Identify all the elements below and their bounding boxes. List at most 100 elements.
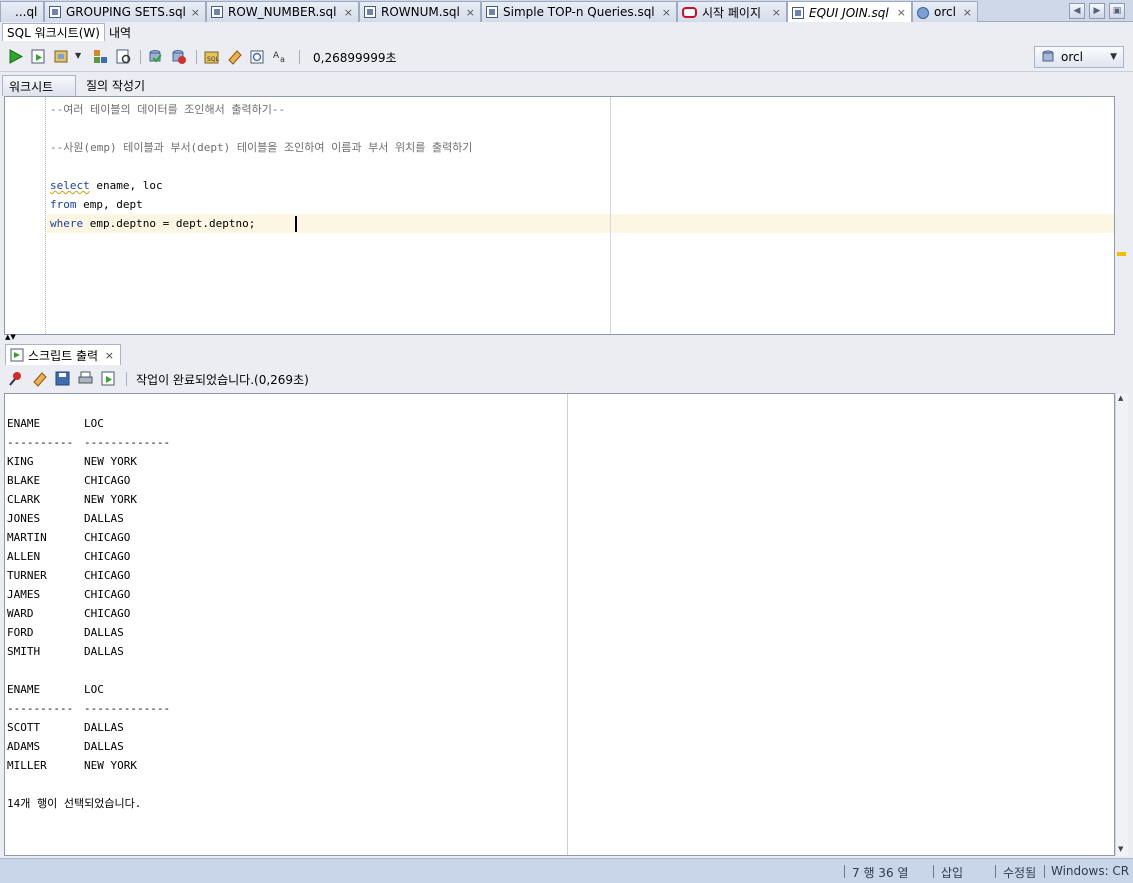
- result-header: ENAME LOC: [7, 414, 170, 433]
- close-icon[interactable]: ×: [191, 6, 200, 19]
- close-icon[interactable]: ×: [105, 349, 114, 362]
- right-margin-guide: [610, 97, 611, 334]
- cell-loc: DALLAS: [84, 721, 124, 734]
- pin-icon[interactable]: [8, 370, 25, 387]
- tab-orcl[interactable]: orcl ×: [912, 1, 978, 22]
- cell-loc: DALLAS: [84, 740, 124, 753]
- cell-loc: CHICAGO: [84, 531, 131, 544]
- scroll-up-icon[interactable]: ▲: [1118, 394, 1123, 402]
- close-icon[interactable]: ×: [897, 6, 906, 19]
- run-script-icon[interactable]: [100, 370, 117, 387]
- close-icon[interactable]: ×: [466, 6, 475, 19]
- editor-overview-ruler[interactable]: [1116, 96, 1128, 335]
- tab-grouping-sets[interactable]: GROUPING SETS.sql ×: [44, 1, 206, 22]
- code-text: emp.deptno = dept.deptno;: [83, 217, 256, 230]
- cell-loc: NEW YORK: [84, 759, 137, 772]
- code-line-3: --사원(emp) 테이블과 부서(dept) 테이블을 조인하여 이름과 부서…: [50, 141, 473, 154]
- tab-start-page[interactable]: 시작 페이지 ×: [677, 1, 787, 22]
- commit-icon[interactable]: [53, 48, 70, 65]
- sql-file-icon: [364, 6, 376, 18]
- status-separator: [933, 865, 934, 878]
- code-line-5: select ename, loc: [50, 176, 163, 195]
- close-icon[interactable]: ×: [963, 6, 972, 19]
- run-script-icon[interactable]: [30, 48, 47, 65]
- chevron-down-icon: ▼: [1110, 52, 1117, 62]
- database-icon: [1042, 50, 1054, 62]
- result-row: ADAMS DALLAS: [7, 737, 170, 756]
- output-status: 작업이 완료되었습니다.(0,269초): [136, 373, 309, 387]
- dropdown-arrow-icon[interactable]: ▼: [75, 51, 81, 60]
- sql-history-icon[interactable]: [249, 48, 266, 65]
- scroll-down-icon[interactable]: ▼: [1118, 845, 1123, 853]
- cell-loc: DALLAS: [84, 645, 124, 658]
- output-scrollbar[interactable]: ▲ ▼: [1115, 393, 1128, 856]
- result-row: CLARK NEW YORK: [7, 490, 170, 509]
- worksheet-subtabs: SQL 워크시트(W) 내역: [0, 22, 1133, 42]
- explain-plan-icon[interactable]: [92, 48, 109, 65]
- cell-ename: TURNER: [7, 569, 47, 582]
- result-row: BLAKE CHICAGO: [7, 471, 170, 490]
- code-line-6: from emp, dept: [50, 195, 143, 214]
- tab-truncated-sql[interactable]: ...ql: [0, 1, 44, 22]
- tab-equi-join[interactable]: EQUI JOIN.sql ×: [787, 1, 912, 23]
- tab-row-number[interactable]: ROW_NUMBER.sql ×: [206, 1, 359, 22]
- tab-worksheet[interactable]: 워크시트: [2, 75, 76, 96]
- cell-loc: NEW YORK: [84, 493, 137, 506]
- print-icon[interactable]: [77, 370, 94, 387]
- tab-label: GROUPING SETS.sql: [66, 5, 186, 19]
- clear-eraser-icon[interactable]: [226, 48, 243, 65]
- tab-label: orcl: [934, 5, 956, 19]
- output-margin-guide: [567, 394, 568, 855]
- tab-list-button[interactable]: ▣: [1109, 3, 1125, 19]
- tab-simple-top-n[interactable]: Simple TOP-n Queries.sql ×: [481, 1, 677, 22]
- save-icon[interactable]: [54, 370, 71, 387]
- result-header: ENAME LOC: [7, 680, 170, 699]
- script-output-icon: [10, 348, 24, 362]
- cell-ename: BLAKE: [7, 474, 41, 487]
- cell-ename: MARTIN: [7, 531, 47, 544]
- connection-selector[interactable]: orcl ▼: [1034, 46, 1124, 68]
- current-line-marker[interactable]: [1117, 252, 1126, 256]
- keyword: from: [50, 198, 77, 211]
- scroll-tabs-left-button[interactable]: ◀: [1069, 3, 1085, 19]
- result-row: MILLER NEW YORK: [7, 756, 170, 775]
- splitter-arrows-icon[interactable]: ▲▼: [5, 334, 16, 341]
- sql-editor[interactable]: --여러 테이블의 데이터를 조인해서 출력하기-- --사원(emp) 테이블…: [4, 96, 1115, 335]
- tab-label: ...ql: [15, 5, 38, 19]
- tab-history[interactable]: 내역: [105, 23, 135, 41]
- clear-eraser-icon[interactable]: [31, 370, 48, 387]
- close-icon[interactable]: ×: [662, 6, 671, 19]
- result-row: JONES DALLAS: [7, 509, 170, 528]
- cell-ename: FORD: [7, 626, 34, 639]
- header-ename: ENAME: [7, 417, 41, 430]
- autotrace-icon[interactable]: [115, 48, 132, 65]
- tab-label: ROW_NUMBER.sql: [228, 5, 337, 19]
- sql-tuning-icon[interactable]: SQL: [203, 48, 220, 65]
- tab-sql-worksheet[interactable]: SQL 워크시트(W): [2, 23, 105, 41]
- code-line-7: where emp.deptno = dept.deptno;: [50, 214, 255, 233]
- close-icon[interactable]: ×: [344, 6, 353, 19]
- run-statement-icon[interactable]: [7, 48, 24, 65]
- format-case-icon[interactable]: Aa: [272, 48, 289, 65]
- result-row: SMITH DALLAS: [7, 642, 170, 661]
- close-icon[interactable]: ×: [772, 6, 781, 19]
- tab-rownum[interactable]: ROWNUM.sql ×: [359, 1, 481, 22]
- divider-ename: ----------: [7, 436, 74, 449]
- svg-text:a: a: [280, 55, 285, 64]
- rollback-icon[interactable]: [170, 48, 187, 65]
- commit-transaction-icon[interactable]: [147, 48, 164, 65]
- cursor-position: 7 행 36 열: [852, 866, 909, 880]
- svg-text:SQL: SQL: [207, 56, 220, 63]
- script-output-area[interactable]: ENAME LOC ---------- ------------- KING NEW…: [4, 393, 1115, 856]
- keyword: select: [50, 179, 90, 192]
- cell-ename: JONES: [7, 512, 41, 525]
- cell-loc: CHICAGO: [84, 550, 131, 563]
- result-row: JAMES CHICAGO: [7, 585, 170, 604]
- tab-script-output[interactable]: 스크립트 출력 ×: [5, 344, 121, 365]
- line-ending: Windows: CR: [1051, 864, 1130, 878]
- scroll-tabs-right-button[interactable]: ▶: [1089, 3, 1105, 19]
- header-ename: ENAME: [7, 683, 41, 696]
- panel-splitter[interactable]: ▲▼: [0, 334, 1133, 342]
- cell-loc: NEW YORK: [84, 455, 137, 468]
- tab-query-builder[interactable]: 질의 작성기: [80, 75, 151, 96]
